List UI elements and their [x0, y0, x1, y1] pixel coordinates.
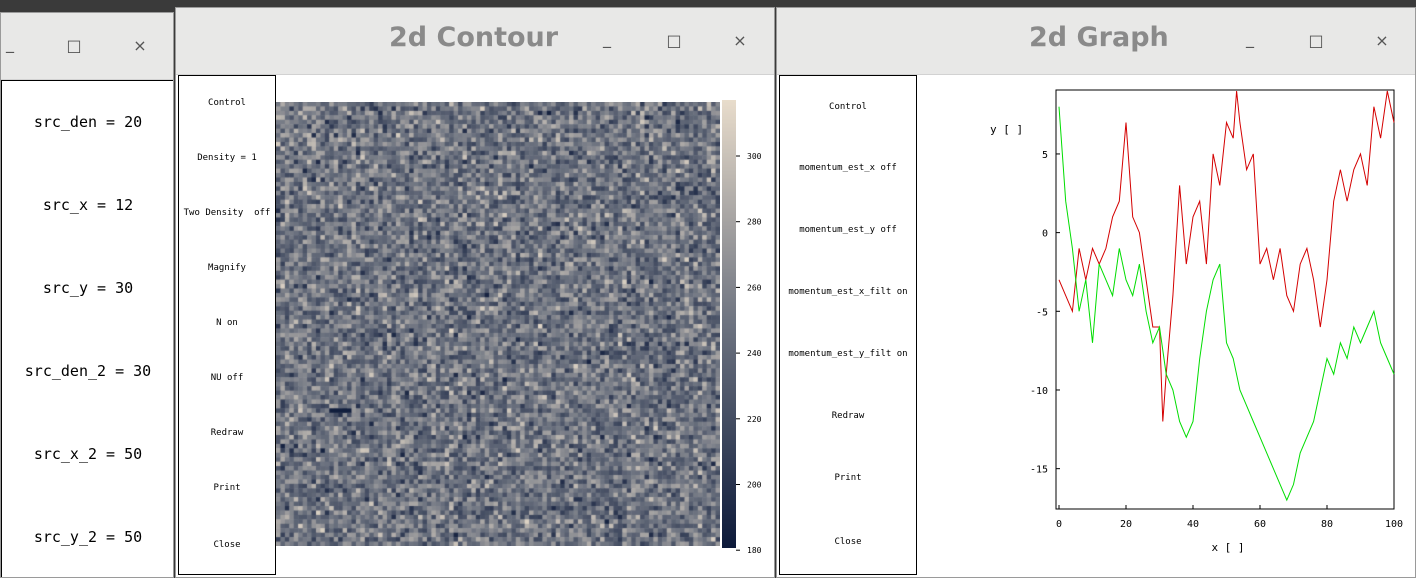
colorbar-tick-label: 300 — [747, 152, 762, 161]
graph-window: 2d Graph _ □ × Control momentum_est_x of… — [776, 7, 1416, 578]
button-label: momentum_est_x_filt on — [788, 287, 908, 297]
colorbar-tick-label: 180 — [747, 546, 762, 555]
colorbar-tick-label: 220 — [747, 415, 762, 424]
contour-titlebar: 2d Contour _ □ × — [176, 8, 774, 75]
param-src-x-2[interactable]: src_x_2 = 50 — [1, 412, 173, 496]
print-button[interactable]: Print — [178, 460, 276, 516]
colorbar-tick-label: 260 — [747, 283, 762, 292]
button-label: momentum_est_y_filt on — [788, 349, 908, 359]
x-tick-label: 0 — [1056, 519, 1062, 530]
button-label: Print — [834, 473, 862, 483]
contour-window: 2d Contour _ □ × Control Density = 1 Two… — [175, 7, 775, 578]
close-button[interactable]: Close — [178, 515, 276, 575]
button-label: momentum_est_x off — [799, 163, 897, 173]
colorbar — [722, 100, 736, 548]
y-tick-label: -5 — [1036, 307, 1048, 318]
y-axis-label: y [ ] — [990, 123, 1023, 136]
maximize-icon[interactable]: □ — [65, 37, 83, 55]
button-label: N on — [216, 317, 238, 328]
param-label: src_den_2 = 30 — [24, 361, 152, 380]
button-label: momentum_est_y off — [799, 225, 897, 235]
window-title: 2d Contour — [389, 22, 559, 53]
control-button[interactable]: Control — [178, 75, 276, 131]
line-chart[interactable]: y [ ] x [ ] 0 20 40 60 80 100 5 0 -5 -10 -15 — [918, 75, 1414, 575]
plot-frame — [1055, 89, 1395, 510]
button-label: Close — [213, 539, 241, 550]
series-line-red — [1058, 90, 1395, 422]
x-tick-label: 40 — [1187, 519, 1199, 530]
button-label: Control — [829, 101, 867, 112]
momentum-est-y-button[interactable]: momentum_est_y off — [779, 199, 917, 262]
momentum-est-x-button[interactable]: momentum_est_x off — [779, 137, 917, 200]
button-label: Print — [213, 482, 241, 493]
param-label: src_y_2 = 50 — [33, 527, 143, 546]
param-label: src_x_2 = 50 — [33, 444, 143, 463]
param-src-y-2[interactable]: src_y_2 = 50 — [1, 495, 173, 577]
contour-heatmap[interactable] — [276, 102, 720, 546]
nu-off-button[interactable]: NU off — [178, 350, 276, 406]
magnify-button[interactable]: Magnify — [178, 240, 276, 296]
colorbar-tick-label: 200 — [747, 481, 762, 490]
close-icon[interactable]: × — [731, 32, 749, 50]
y-tick-label: 5 — [1042, 150, 1048, 161]
n-on-button[interactable]: N on — [178, 295, 276, 351]
close-button[interactable]: Close — [779, 509, 917, 575]
momentum-est-y-filt-button[interactable]: momentum_est_y_filt on — [779, 323, 917, 386]
button-label: NU off — [210, 372, 244, 383]
y-tick-label: -10 — [1030, 386, 1048, 397]
y-tick-label: 0 — [1042, 229, 1048, 240]
maximize-icon[interactable]: □ — [665, 32, 683, 50]
minimize-icon[interactable]: _ — [1, 35, 19, 53]
two-density-button[interactable]: Two Density off — [178, 185, 276, 241]
param-label: src_y = 30 — [42, 278, 134, 297]
maximize-icon[interactable]: □ — [1307, 32, 1325, 50]
window-title: 2d Graph — [1029, 22, 1169, 53]
x-tick-label: 60 — [1254, 519, 1266, 530]
button-label: Redraw — [210, 427, 244, 438]
redraw-button[interactable]: Redraw — [178, 405, 276, 461]
button-label: Density = 1 — [197, 152, 257, 163]
param-src-y[interactable]: src_y = 30 — [1, 246, 173, 330]
button-label: Control — [208, 98, 246, 108]
close-icon[interactable]: × — [1373, 32, 1391, 50]
print-button[interactable]: Print — [779, 447, 917, 510]
density-button[interactable]: Density = 1 — [178, 130, 276, 186]
params-titlebar: _ □ × — [1, 13, 173, 80]
param-src-x[interactable]: src_x = 12 — [1, 163, 173, 247]
button-label: Magnify — [208, 262, 246, 273]
redraw-button[interactable]: Redraw — [779, 385, 917, 448]
button-label: Redraw — [831, 411, 865, 421]
x-axis-label: x [ ] — [1211, 541, 1244, 554]
graph-titlebar: 2d Graph _ □ × — [777, 8, 1415, 75]
colorbar-ticks: 300 280 260 240 220 200 180 — [736, 152, 762, 555]
colorbar-tick-label: 280 — [747, 218, 762, 227]
param-src-den[interactable]: src_den = 20 — [1, 80, 173, 164]
minimize-icon[interactable]: _ — [598, 30, 616, 48]
close-icon[interactable]: × — [131, 37, 149, 55]
series-line-green — [1058, 106, 1395, 502]
x-tick-label: 80 — [1321, 519, 1333, 530]
param-label: src_x = 12 — [42, 195, 134, 214]
x-tick-label: 100 — [1385, 519, 1403, 530]
param-label: src_den = 20 — [33, 113, 143, 131]
param-src-den-2[interactable]: src_den_2 = 30 — [1, 329, 173, 413]
minimize-icon[interactable]: _ — [1241, 30, 1259, 48]
y-tick-label: -15 — [1030, 465, 1048, 476]
x-tick-label: 20 — [1120, 519, 1132, 530]
button-label: Close — [834, 536, 862, 547]
colorbar-tick-label: 240 — [747, 349, 762, 358]
control-button[interactable]: Control — [779, 75, 917, 138]
momentum-est-x-filt-button[interactable]: momentum_est_x_filt on — [779, 261, 917, 324]
params-window: _ □ × src_den = 20 src_x = 12 src_y = 30… — [0, 12, 174, 578]
button-label: Two Density off — [183, 207, 271, 218]
